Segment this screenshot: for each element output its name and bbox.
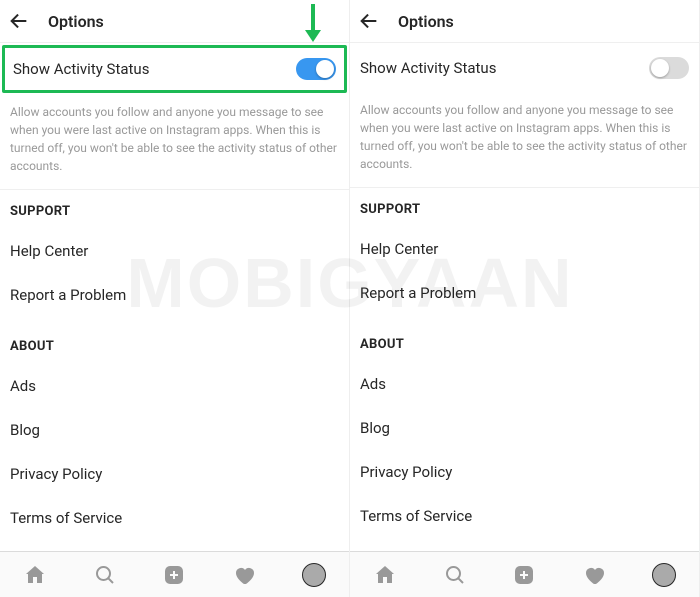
settings-scroll[interactable]: Show Activity Status Allow accounts you …	[350, 43, 699, 551]
page-title: Options	[48, 12, 104, 31]
profile-avatar-icon[interactable]	[652, 563, 676, 587]
open-source-item[interactable]: Open Source Libraries	[350, 538, 699, 551]
search-icon[interactable]	[443, 563, 467, 587]
blog-item[interactable]: Blog	[350, 406, 699, 450]
about-heading: ABOUT	[350, 323, 699, 362]
pane-right: Options Show Activity Status Allow accou…	[350, 0, 700, 597]
add-post-icon[interactable]	[512, 563, 536, 587]
activity-status-description: Allow accounts you follow and anyone you…	[0, 95, 349, 190]
activity-status-toggle[interactable]	[649, 57, 689, 79]
activity-status-label: Show Activity Status	[360, 59, 496, 77]
report-problem-item[interactable]: Report a Problem	[350, 271, 699, 315]
profile-avatar-icon[interactable]	[302, 563, 326, 587]
search-icon[interactable]	[93, 563, 117, 587]
header: Options	[350, 0, 699, 43]
ads-item[interactable]: Ads	[350, 362, 699, 406]
bottom-nav	[0, 551, 349, 597]
report-problem-item[interactable]: Report a Problem	[0, 273, 349, 317]
activity-heart-icon[interactable]	[582, 563, 606, 587]
add-post-icon[interactable]	[162, 563, 186, 587]
support-heading: SUPPORT	[0, 190, 349, 229]
home-icon[interactable]	[373, 563, 397, 587]
settings-scroll[interactable]: Show Activity Status Allow accounts you …	[0, 43, 349, 551]
activity-status-row[interactable]: Show Activity Status	[5, 48, 344, 90]
annotation-arrow-icon	[303, 2, 323, 42]
privacy-policy-item[interactable]: Privacy Policy	[0, 452, 349, 496]
activity-status-label: Show Activity Status	[13, 60, 149, 78]
header: Options	[0, 0, 349, 43]
home-icon[interactable]	[23, 563, 47, 587]
activity-heart-icon[interactable]	[232, 563, 256, 587]
ads-item[interactable]: Ads	[0, 364, 349, 408]
privacy-policy-item[interactable]: Privacy Policy	[350, 450, 699, 494]
back-arrow-icon[interactable]	[358, 10, 380, 32]
activity-status-toggle[interactable]	[296, 58, 336, 80]
activity-status-row[interactable]: Show Activity Status	[350, 43, 699, 93]
pane-left: Options Show Activity Status Allow accou…	[0, 0, 350, 597]
page-title: Options	[398, 12, 454, 31]
blog-item[interactable]: Blog	[0, 408, 349, 452]
terms-of-service-item[interactable]: Terms of Service	[0, 496, 349, 540]
back-arrow-icon[interactable]	[8, 10, 30, 32]
support-heading: SUPPORT	[350, 188, 699, 227]
about-heading: ABOUT	[0, 325, 349, 364]
highlight-annotation: Show Activity Status	[2, 45, 347, 93]
help-center-item[interactable]: Help Center	[350, 227, 699, 271]
activity-status-description: Allow accounts you follow and anyone you…	[350, 93, 699, 188]
terms-of-service-item[interactable]: Terms of Service	[350, 494, 699, 538]
open-source-item[interactable]: Open Source Libraries	[0, 540, 349, 551]
help-center-item[interactable]: Help Center	[0, 229, 349, 273]
bottom-nav	[350, 551, 699, 597]
